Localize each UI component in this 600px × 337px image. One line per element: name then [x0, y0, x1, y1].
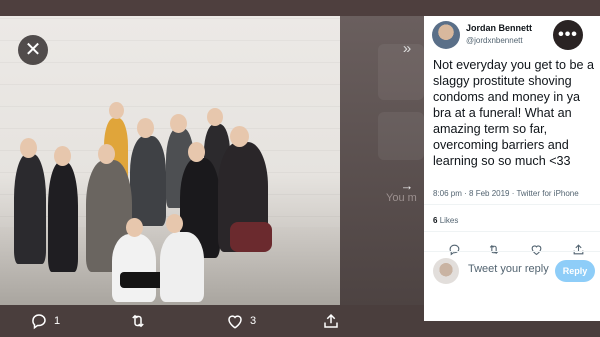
more-options-button[interactable]: ••• — [553, 20, 583, 50]
current-user-avatar — [433, 258, 459, 284]
person — [130, 136, 166, 226]
costume-dress — [230, 222, 272, 252]
retweet-icon — [132, 314, 144, 328]
person-head — [230, 126, 249, 147]
person-head — [188, 142, 205, 162]
like-count: 3 — [250, 315, 257, 327]
bottom-strip — [424, 321, 600, 337]
divider — [424, 231, 600, 232]
person-head — [126, 218, 143, 237]
person — [160, 232, 204, 302]
tweet-timestamp[interactable]: 8:06 pm · 8 Feb 2019 · Twitter for iPhon… — [433, 189, 579, 198]
person-head — [137, 118, 154, 138]
person-head — [20, 138, 37, 158]
like-icon — [228, 315, 242, 329]
reply-action[interactable]: 1 — [30, 305, 60, 337]
likes-number: 6 — [433, 216, 438, 225]
author-handle[interactable]: @jordxnbennett — [466, 36, 523, 45]
person-head — [109, 102, 124, 119]
expand-panel-button[interactable]: » — [396, 37, 418, 59]
share-action[interactable] — [322, 305, 340, 337]
person-head — [54, 146, 71, 166]
media-action-bar: 1 3 — [0, 305, 424, 337]
share-icon — [573, 243, 583, 254]
person-head — [98, 144, 115, 164]
person — [48, 162, 78, 272]
share-button[interactable] — [570, 241, 586, 257]
more-dots-icon: ••• — [558, 26, 578, 43]
like-button[interactable] — [528, 241, 544, 257]
tweet-text: Not everyday you get to be a slaggy pros… — [433, 58, 595, 168]
reply-button[interactable] — [446, 241, 462, 257]
likes-count[interactable]: 6 Likes — [433, 216, 458, 225]
background-hint-text: You m — [386, 192, 417, 204]
retweet-icon — [489, 244, 499, 254]
person-head — [170, 114, 187, 133]
like-icon — [531, 244, 541, 255]
divider — [424, 204, 600, 205]
tweet-panel: Jordan Bennett @jordxnbennett ••• Not ev… — [424, 16, 600, 321]
reply-submit-button[interactable]: Reply — [555, 260, 595, 282]
reply-icon — [449, 244, 459, 255]
like-action[interactable]: 3 — [226, 305, 256, 337]
reply-icon — [32, 314, 46, 330]
close-button[interactable]: ✕ — [18, 35, 48, 65]
divider — [424, 251, 600, 252]
chevrons-right-icon: » — [402, 39, 412, 57]
author-name[interactable]: Jordan Bennett — [466, 23, 532, 33]
background-card — [378, 112, 424, 160]
close-icon: ✕ — [24, 39, 42, 61]
avatar[interactable] — [432, 21, 460, 49]
person-head — [207, 108, 223, 126]
background-timeline-dimmed — [340, 16, 424, 305]
retweet-action[interactable] — [128, 305, 154, 337]
arrow-right-icon: → — [400, 177, 414, 193]
top-bar — [0, 0, 600, 16]
retweet-button[interactable] — [486, 241, 502, 257]
person — [14, 154, 46, 264]
group-of-people — [8, 102, 280, 302]
likes-label: Likes — [439, 216, 459, 225]
reply-count: 1 — [54, 315, 61, 327]
media-photo: ✕ » → You m — [0, 16, 424, 305]
share-icon — [324, 313, 338, 328]
reply-input[interactable]: Tweet your reply — [468, 263, 549, 275]
person-head — [166, 214, 183, 233]
person — [112, 234, 156, 302]
